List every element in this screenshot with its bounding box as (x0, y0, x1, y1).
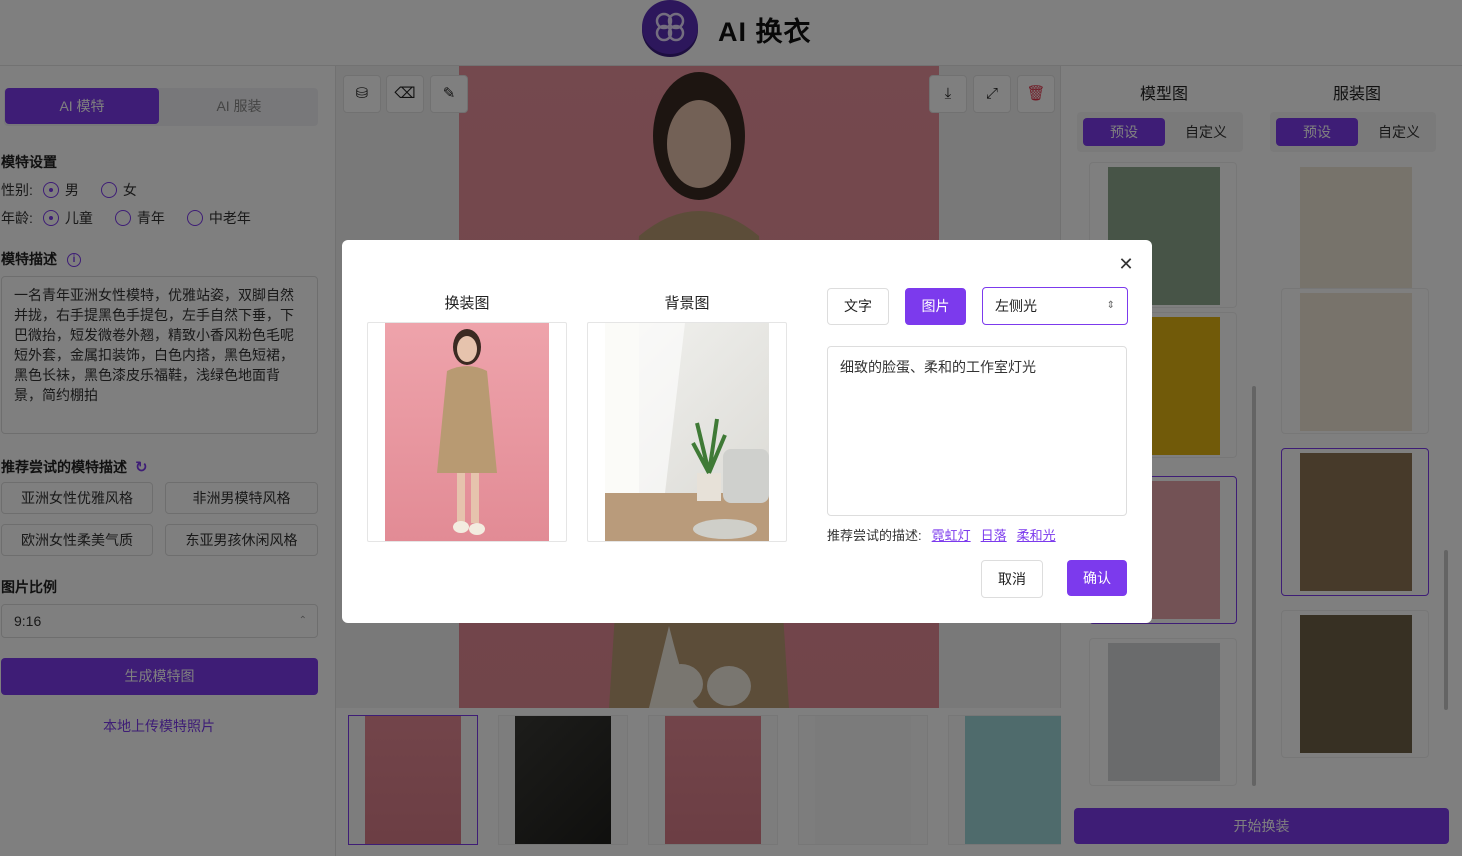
mode-text-button[interactable]: 文字 (827, 288, 889, 325)
confirm-button[interactable]: 确认 (1067, 560, 1127, 596)
suggest-label: 推荐尝试的描述: (827, 528, 922, 543)
swap-image[interactable] (367, 322, 567, 542)
close-icon[interactable]: ✕ (1116, 254, 1136, 274)
lighting-select[interactable]: 左侧光 ⇕ (982, 287, 1128, 325)
background-dialog: ✕ 换装图 背景图 文字 图片 左侧光 ⇕ 细致的脸蛋、柔和的工作室灯光 推荐尝… (342, 240, 1152, 623)
mode-image-button[interactable]: 图片 (905, 288, 966, 325)
background-image-label: 背景图 (664, 295, 710, 312)
background-photo (605, 323, 769, 541)
swap-photo (385, 323, 549, 541)
background-image[interactable] (587, 322, 787, 542)
cancel-button[interactable]: 取消 (981, 560, 1043, 598)
suggest-soft-light[interactable]: 柔和光 (1017, 528, 1056, 543)
lighting-select-value: 左侧光 (995, 298, 1037, 314)
prompt-textarea[interactable]: 细致的脸蛋、柔和的工作室灯光 (827, 346, 1127, 516)
chevron-updown-icon: ⇕ (1106, 300, 1115, 311)
suggest-neon[interactable]: 霓虹灯 (932, 528, 971, 543)
suggest-row: 推荐尝试的描述: 霓虹灯 日落 柔和光 (827, 525, 1056, 544)
suggest-sunset[interactable]: 日落 (981, 528, 1007, 543)
swap-image-label: 换装图 (444, 295, 490, 312)
